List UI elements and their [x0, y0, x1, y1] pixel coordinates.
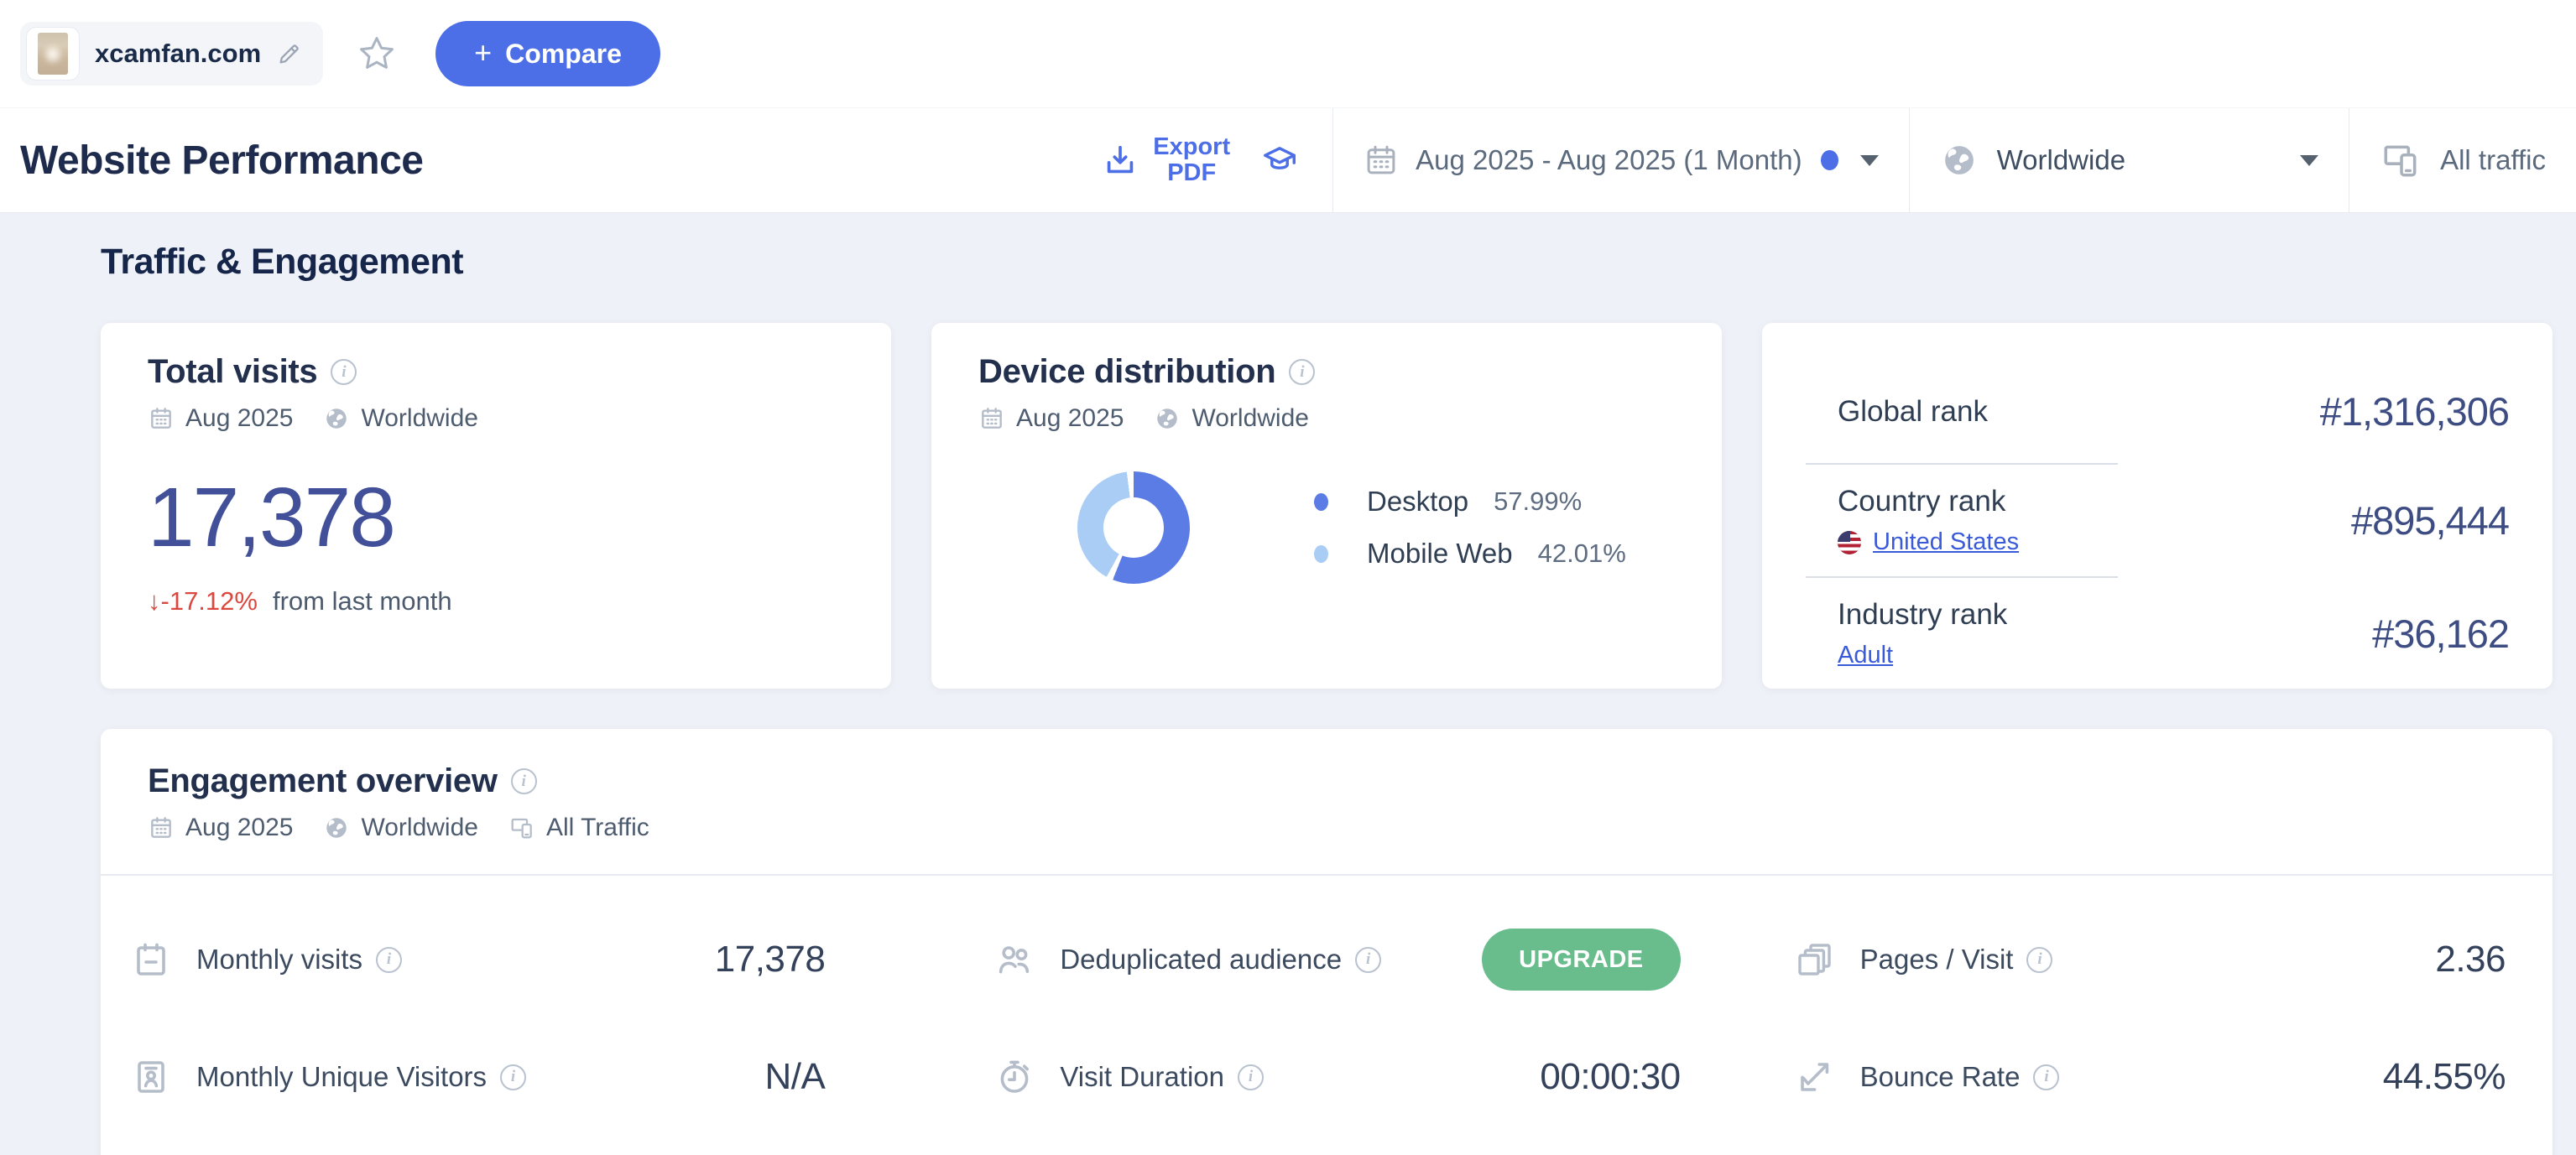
legend-item-desktop: Desktop 57.99% — [1314, 486, 1626, 518]
domain-name: xcamfan.com — [95, 39, 261, 69]
rank-card: Global rank #1,316,306 Country rank Unit… — [1762, 323, 2553, 689]
region-value: Worldwide — [1997, 144, 2125, 176]
metric-pages-per-visit: Pages / Visit 2.36 — [1714, 901, 2506, 1018]
info-icon[interactable] — [331, 359, 357, 385]
total-visits-value: 17,378 — [148, 470, 847, 566]
globe-icon — [1940, 141, 1979, 179]
metric-monthly-visits: Monthly visits 17,378 — [131, 901, 922, 1018]
info-icon[interactable] — [1355, 947, 1381, 973]
info-icon[interactable] — [2033, 1064, 2059, 1090]
card-region: Worldwide — [1192, 404, 1309, 433]
traffic-type-value: All traffic — [2440, 144, 2546, 176]
export-pdf-button[interactable]: Export PDF — [1101, 134, 1230, 187]
section-title: Traffic & Engagement — [101, 213, 2553, 283]
change-value: ↓-17.12% — [148, 586, 258, 617]
device-distribution-card: Device distribution Aug 2025 Worldwide — [931, 323, 1722, 689]
date-range-selector[interactable]: Aug 2025 - Aug 2025 (1 Month) — [1333, 108, 1909, 212]
info-icon[interactable] — [500, 1064, 526, 1090]
globe-icon — [323, 405, 350, 432]
metric-deduplicated-audience: Deduplicated audience UPGRADE — [922, 901, 1713, 1018]
calendar-icon — [1364, 143, 1399, 178]
device-donut — [1077, 471, 1190, 584]
info-icon[interactable] — [1238, 1064, 1264, 1090]
chevron-down-icon — [2300, 155, 2318, 166]
metric-monthly-unique-visitors: Monthly Unique Visitors N/A — [131, 1018, 922, 1136]
total-visits-card: Total visits Aug 2025 Worldwide 17,37 — [101, 323, 891, 689]
us-flag-icon — [1838, 531, 1861, 554]
top-bar: xcamfan.com + Compare — [0, 0, 2576, 107]
domain-chip[interactable]: xcamfan.com — [20, 22, 323, 86]
engagement-title: Engagement overview — [148, 762, 498, 800]
globe-icon — [1154, 405, 1181, 432]
favorite-star-icon[interactable] — [357, 34, 397, 74]
globe-icon — [323, 814, 350, 841]
edit-icon[interactable] — [276, 40, 303, 67]
legend-dot — [1314, 545, 1328, 563]
compare-label: Compare — [505, 39, 622, 70]
metric-bounce-rate: Bounce Rate 44.55% — [1714, 1018, 2506, 1136]
bounce-arrow-icon — [1795, 1057, 1835, 1097]
info-icon[interactable] — [1289, 359, 1315, 385]
export-label-line2: PDF — [1153, 160, 1230, 186]
devices-icon — [508, 814, 535, 841]
calendar-icon — [148, 405, 175, 432]
engagement-traffic: All Traffic — [546, 814, 649, 842]
calendar-icon — [148, 814, 175, 841]
calendar-icon — [978, 405, 1005, 432]
date-range-value: Aug 2025 - Aug 2025 (1 Month) — [1416, 144, 1802, 176]
export-label-line1: Export — [1153, 134, 1230, 160]
compare-button[interactable]: + Compare — [435, 21, 660, 86]
arrow-down-icon: ↓ — [148, 586, 161, 616]
card-title: Total visits — [148, 353, 317, 391]
upgrade-button[interactable]: UPGRADE — [1482, 929, 1681, 991]
engagement-region: Worldwide — [361, 814, 478, 842]
learn-graduation-cap-icon[interactable] — [1260, 141, 1299, 179]
plus-icon: + — [474, 35, 492, 70]
page-header: Website Performance Export PDF Aug — [0, 107, 2576, 213]
devices-icon — [2380, 139, 2422, 181]
legend-dot — [1314, 493, 1328, 511]
stopwatch-icon — [994, 1057, 1035, 1097]
date-status-dot — [1821, 150, 1838, 170]
traffic-type-selector[interactable]: All traffic — [2349, 108, 2576, 212]
country-link[interactable]: United States — [1873, 528, 2019, 556]
info-icon[interactable] — [511, 768, 537, 794]
info-icon[interactable] — [376, 947, 402, 973]
global-rank-row: Global rank #1,316,306 — [1838, 348, 2509, 463]
card-title: Device distribution — [978, 353, 1275, 391]
change-suffix: from last month — [273, 586, 452, 617]
pages-icon — [1795, 939, 1835, 980]
card-date: Aug 2025 — [1016, 404, 1124, 433]
industry-link[interactable]: Adult — [1838, 642, 2007, 669]
country-rank-row: Country rank United States #895,444 — [1838, 465, 2509, 576]
page-title: Website Performance — [0, 138, 423, 184]
card-date: Aug 2025 — [185, 404, 293, 433]
region-selector[interactable]: Worldwide — [1910, 108, 2349, 212]
visitor-badge-icon — [131, 1057, 171, 1097]
legend-item-mobile-web: Mobile Web 42.01% — [1314, 538, 1626, 570]
metric-visit-duration: Visit Duration 00:00:30 — [922, 1018, 1713, 1136]
engagement-date: Aug 2025 — [185, 814, 293, 842]
calendar-icon — [131, 939, 171, 980]
audience-icon — [994, 939, 1035, 980]
site-favicon — [26, 27, 80, 81]
industry-rank-row: Industry rank Adult #36,162 — [1838, 578, 2509, 689]
engagement-overview-card: Engagement overview Aug 2025 Worldwide — [101, 729, 2553, 1155]
info-icon[interactable] — [2026, 947, 2052, 973]
card-region: Worldwide — [361, 404, 478, 433]
chevron-down-icon — [1860, 155, 1879, 166]
download-icon — [1101, 141, 1139, 179]
